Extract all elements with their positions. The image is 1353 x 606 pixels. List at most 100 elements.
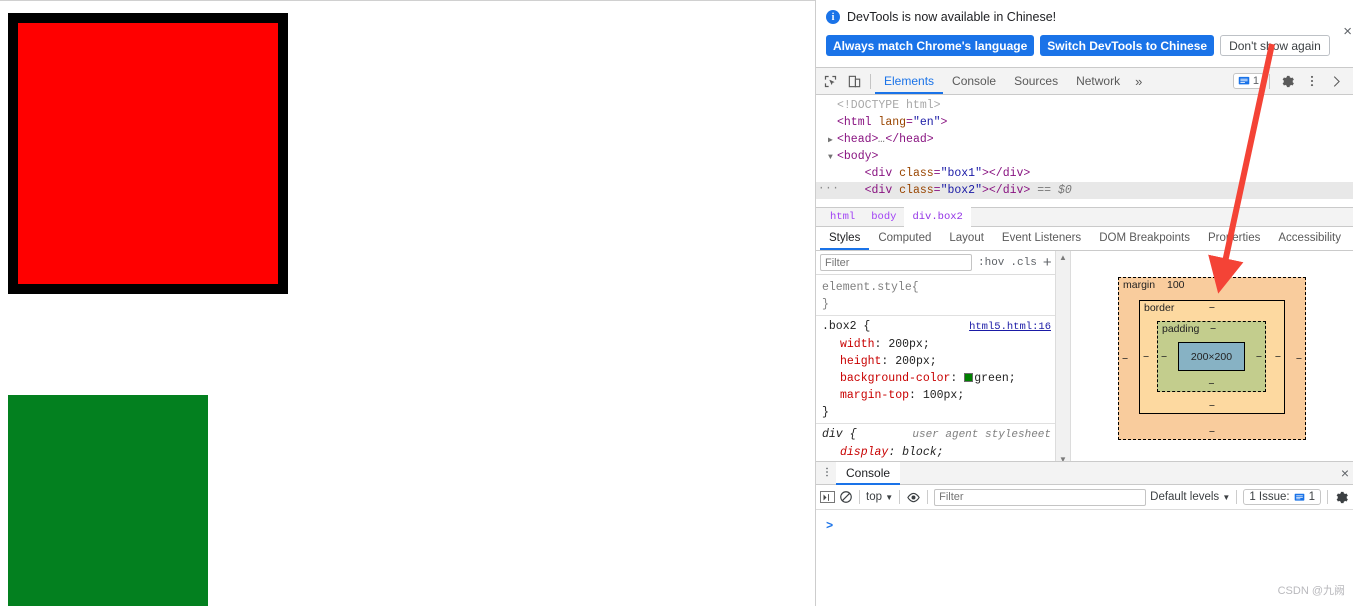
html-lang-value: "en" (912, 116, 941, 129)
close-icon[interactable]: × (1343, 24, 1352, 39)
always-match-language-button[interactable]: Always match Chrome's language (826, 35, 1035, 56)
tab-properties[interactable]: Properties (1199, 227, 1269, 250)
rule-1-selector[interactable]: .box2 (822, 320, 857, 333)
cls-toggle[interactable]: .cls (1010, 257, 1036, 269)
more-options-dots[interactable]: ··· (818, 181, 839, 198)
close-devtools-icon[interactable] (1325, 69, 1349, 93)
console-log-levels-selector[interactable]: Default levels ▼ (1150, 491, 1230, 503)
breadcrumb-item-body[interactable]: body (863, 207, 904, 227)
rule-box2[interactable]: .box2 { html5.html:16 width: 200px; heig… (816, 316, 1055, 424)
clear-console-icon[interactable] (839, 490, 853, 504)
declaration-height[interactable]: height: 200px; (822, 353, 1051, 370)
breadcrumb-item-div-box2[interactable]: div.box2 (904, 207, 971, 227)
dom-line-box1[interactable]: <div class="box1"></div> (816, 165, 1353, 182)
styles-scrollbar[interactable]: ▲ ▼ (1056, 251, 1071, 466)
console-drawer: Console × top ▼ Filter Default levels ▼ … (816, 461, 1353, 606)
kebab-menu-icon[interactable] (1300, 69, 1324, 93)
declaration-margintop-value[interactable]: 100px (923, 389, 958, 402)
tab-accessibility[interactable]: Accessibility (1269, 227, 1350, 250)
declaration-margin-top[interactable]: margin-top: 100px; (822, 387, 1051, 404)
doctype-text: <!DOCTYPE html> (837, 99, 941, 112)
padding-top-value[interactable]: − (1210, 323, 1265, 335)
dom-line-head[interactable]: ▶ <head>…</head> (816, 131, 1353, 148)
box-model-content[interactable]: 200×200 (1178, 342, 1245, 371)
tab-computed[interactable]: Computed (869, 227, 940, 250)
box-model-padding[interactable]: padding − − − − 200×200 (1157, 321, 1266, 392)
tab-network[interactable]: Network (1067, 68, 1129, 94)
scroll-up-arrow-icon[interactable]: ▲ (1059, 253, 1067, 262)
dom-line-body[interactable]: ▼ <body> (816, 148, 1353, 165)
styles-pane: :hov .cls + element.style { (816, 251, 1353, 466)
console-sidebar-icon[interactable] (820, 491, 835, 503)
dom-line-box2-selected[interactable]: ··· <div class="box2"></div> == $0 (816, 182, 1353, 199)
color-swatch-icon[interactable] (964, 373, 974, 382)
console-output-area[interactable]: > (816, 510, 1353, 534)
breadcrumb-item-html[interactable]: html (822, 207, 863, 227)
message-badge-button[interactable]: 1 (1232, 73, 1264, 89)
dom-line-html[interactable]: <html lang="en"> (816, 114, 1353, 131)
margin-top-value[interactable]: 100 (1167, 279, 1305, 291)
margin-left-value[interactable]: − (1122, 353, 1128, 365)
message-badge-icon (1238, 76, 1250, 85)
console-filter-input[interactable] (934, 488, 1147, 506)
margin-bottom-value[interactable]: − (1119, 426, 1305, 438)
declaration-width-name: width (840, 338, 875, 351)
border-left-value[interactable]: − (1143, 351, 1149, 363)
padding-right-value[interactable]: − (1256, 351, 1262, 363)
dont-show-again-button[interactable]: Don't show again (1220, 35, 1330, 56)
drawer-tab-console[interactable]: Console (836, 461, 901, 485)
switch-to-chinese-button[interactable]: Switch DevTools to Chinese (1040, 35, 1215, 56)
declaration-display[interactable]: display: block; (822, 444, 1051, 461)
box-model-border[interactable]: border − − − − padding − − − − 200×200 (1139, 300, 1285, 414)
new-style-rule-button[interactable]: + (1043, 255, 1052, 270)
declaration-height-value[interactable]: 200px (895, 355, 930, 368)
dom-line-doctype[interactable]: <!DOCTYPE html> (816, 97, 1353, 114)
declaration-background-color[interactable]: background-color: green; (822, 370, 1051, 387)
hov-toggle[interactable]: :hov (978, 257, 1004, 269)
html-tag-name: html (843, 116, 872, 129)
issues-chip-button[interactable]: 1 Issue: 1 (1243, 489, 1321, 505)
box-model-margin[interactable]: margin 100 − − − border − − − − padding … (1118, 277, 1306, 440)
dom-tree[interactable]: <!DOCTYPE html> <html lang="en"> ▶ <head>… (816, 95, 1353, 207)
rule-element-style[interactable]: element.style{ } (816, 277, 1055, 316)
margin-right-value[interactable]: − (1296, 353, 1302, 365)
tab-console[interactable]: Console (943, 68, 1005, 94)
live-expression-icon[interactable] (906, 490, 921, 505)
rule-2-selector[interactable]: div (822, 428, 843, 441)
border-top-value[interactable]: − (1140, 302, 1284, 314)
console-context-selector[interactable]: top ▼ (866, 491, 893, 503)
declaration-width-value[interactable]: 200px (888, 338, 923, 351)
console-settings-icon[interactable] (1334, 490, 1349, 505)
border-bottom-value[interactable]: − (1140, 400, 1284, 412)
tab-layout[interactable]: Layout (940, 227, 993, 250)
tab-event-listeners[interactable]: Event Listeners (993, 227, 1090, 250)
rule-1-open-brace: { (863, 320, 871, 333)
more-tabs-icon[interactable]: » (1129, 74, 1148, 89)
inspect-element-icon[interactable] (818, 69, 842, 93)
rule-div-user-agent[interactable]: div { user agent stylesheet display: blo… (816, 424, 1055, 466)
drawer-kebab-menu-icon[interactable] (818, 466, 836, 481)
rule-0-selector[interactable]: element.style (822, 281, 912, 294)
declaration-width[interactable]: width: 200px; (822, 336, 1051, 353)
border-right-value[interactable]: − (1275, 351, 1281, 363)
padding-bottom-value[interactable]: − (1158, 378, 1265, 390)
console-prompt-caret: > (826, 519, 834, 533)
declaration-bgcolor-value[interactable]: green (974, 372, 1009, 385)
gear-icon[interactable] (1275, 69, 1299, 93)
rule-0-close-brace: } (822, 298, 829, 311)
infobar-message: DevTools is now available in Chinese! (847, 10, 1057, 24)
styles-filter-input[interactable] (820, 254, 972, 271)
expand-triangle-icon[interactable]: ▶ (828, 132, 837, 149)
device-toolbar-icon[interactable] (842, 69, 866, 93)
tab-elements[interactable]: Elements (875, 68, 943, 94)
padding-left-value[interactable]: − (1161, 351, 1167, 363)
tab-dom-breakpoints[interactable]: DOM Breakpoints (1090, 227, 1199, 250)
info-icon: i (826, 10, 840, 24)
tab-sources[interactable]: Sources (1005, 68, 1067, 94)
tab-styles[interactable]: Styles (820, 227, 869, 250)
content-size-value[interactable]: 200×200 (1191, 351, 1232, 363)
rule-1-source-link[interactable]: html5.html:16 (969, 319, 1051, 336)
drawer-close-icon[interactable]: × (1341, 465, 1349, 481)
issues-label: 1 Issue: (1249, 491, 1290, 503)
collapse-triangle-icon[interactable]: ▼ (828, 149, 837, 166)
